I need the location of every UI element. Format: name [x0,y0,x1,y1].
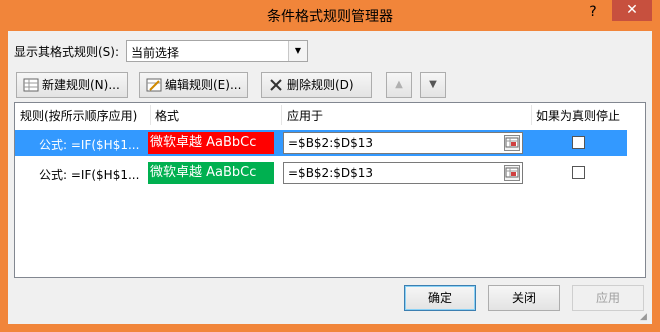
header-divider [281,105,282,125]
new-rule-icon [23,76,39,92]
rule-row[interactable]: 公式: =IF($H$1... 微软卓越 AaBbCc =$B$2:$D$13 [15,130,627,156]
header-divider [531,105,532,125]
dialog-body: 显示其格式规则(S): 当前选择 ▼ 新建规则(N)... 编辑规则(E)...… [8,31,652,324]
format-preview: 微软卓越 AaBbCc [148,132,274,154]
close-button[interactable]: 关闭 [488,285,560,311]
show-rules-select[interactable]: 当前选择 ▼ [126,40,308,62]
show-rules-value: 当前选择 [131,46,180,60]
move-up-button[interactable]: ▲ [386,72,412,98]
triangle-up-icon: ▲ [395,79,403,90]
resize-grip-icon[interactable]: ◢ [640,312,650,322]
delete-x-icon [268,76,284,91]
close-window-button[interactable]: ✕ [612,0,652,21]
applies-to-value: =$B$2:$D$13 [288,166,374,180]
ok-button[interactable]: 确定 [404,285,476,311]
stop-if-true-checkbox[interactable] [572,166,585,179]
column-header-stop-if-true[interactable]: 如果为真则停止 [536,107,620,124]
rules-list[interactable]: 规则(按所示顺序应用) 格式 应用于 如果为真则停止 公式: =IF($H$1.… [14,102,646,278]
column-header-format[interactable]: 格式 [155,107,179,124]
stop-if-true-checkbox[interactable] [572,136,585,149]
column-header-rule[interactable]: 规则(按所示顺序应用) [20,107,137,124]
new-rule-button[interactable]: 新建规则(N)... [16,72,128,98]
title-bar[interactable]: 条件格式规则管理器 ? ✕ [0,0,660,31]
column-header-applies-to[interactable]: 应用于 [287,107,323,124]
applies-to-field[interactable]: =$B$2:$D$13 [283,132,523,154]
header-divider [150,105,151,125]
delete-rule-button[interactable]: 删除规则(D) [261,72,372,98]
new-rule-label: 新建规则(N)... [42,78,120,92]
edit-rule-label: 编辑规则(E)... [165,78,242,92]
window-title: 条件格式规则管理器 [267,9,393,25]
triangle-down-icon: ▼ [429,79,437,90]
help-button[interactable]: ? [580,2,606,22]
edit-rule-button[interactable]: 编辑规则(E)... [139,72,248,98]
rule-formula: 公式: =IF($H$1... [39,138,140,152]
edit-rule-icon [146,76,162,92]
dialog-window: 条件格式规则管理器 ? ✕ 显示其格式规则(S): 当前选择 ▼ 新建规则(N)… [0,0,660,332]
move-down-button[interactable]: ▼ [420,72,446,98]
show-rules-label: 显示其格式规则(S): [14,45,120,59]
delete-rule-label: 删除规则(D) [287,78,354,92]
applies-to-value: =$B$2:$D$13 [288,136,374,150]
range-picker-icon[interactable] [504,135,520,151]
apply-button[interactable]: 应用 [572,285,644,311]
format-preview: 微软卓越 AaBbCc [148,162,274,184]
rule-formula: 公式: =IF($H$1... [39,168,140,182]
applies-to-field[interactable]: =$B$2:$D$13 [283,162,523,184]
rule-row[interactable]: 公式: =IF($H$1... 微软卓越 AaBbCc =$B$2:$D$13 [15,160,627,186]
chevron-down-icon[interactable]: ▼ [288,41,307,61]
range-picker-icon[interactable] [504,165,520,181]
